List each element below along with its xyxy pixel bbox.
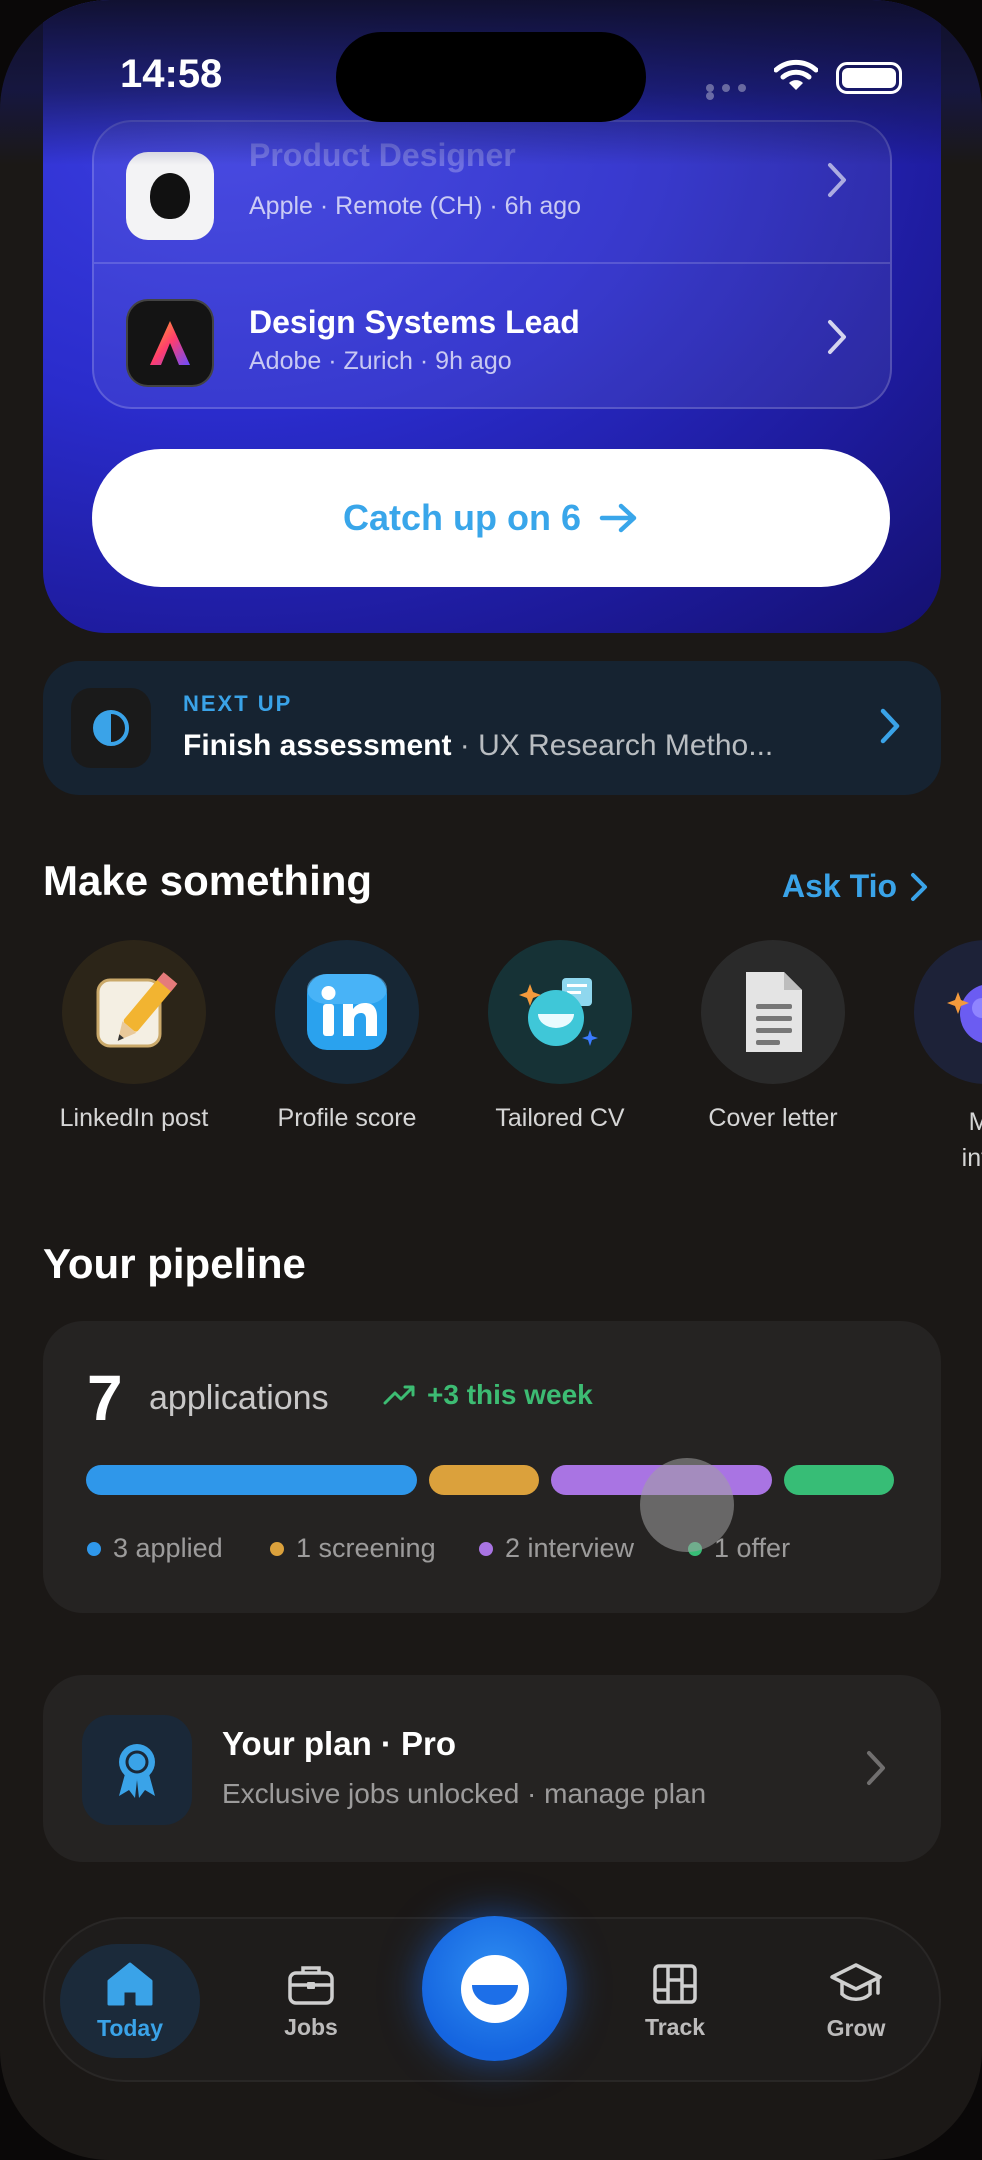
board-icon <box>653 1963 697 2004</box>
tool-label: Mo inter <box>886 1104 982 1176</box>
tool-label: Cover letter <box>708 1104 838 1132</box>
application-count-label: applications <box>149 1379 329 1417</box>
ask-tio-link[interactable]: Ask Tio <box>782 868 929 905</box>
application-count: 7 <box>87 1362 123 1434</box>
catch-up-label: Catch up on 6 <box>342 497 581 538</box>
briefcase-icon <box>288 1965 334 2005</box>
stage-bar-offer <box>783 1465 894 1495</box>
signal-icon <box>706 84 762 100</box>
tool-label: Tailored CV <box>495 1104 625 1132</box>
job-row-adobe[interactable]: Design Systems Lead Adobe · Zurich · 9h … <box>94 262 890 407</box>
legend-label: 2 interview <box>505 1533 635 1563</box>
chevron-right-icon <box>867 1751 885 1785</box>
section-title-pipeline: Your pipeline <box>43 1240 306 1287</box>
document-icon <box>701 940 845 1084</box>
legend-label: 1 offer <box>714 1533 791 1563</box>
tool-profile-score[interactable]: Profile score <box>247 940 447 1133</box>
legend-interview: 2 interview <box>479 1533 634 1564</box>
next-up-label: NEXT UP <box>183 691 293 716</box>
next-up-task: Finish assessment · UX Research Metho... <box>183 729 773 763</box>
home-icon <box>107 1962 153 2005</box>
chevron-right-icon <box>911 872 927 901</box>
legend-applied: 3 applied <box>87 1533 223 1564</box>
plan-title: Your plan · Pro <box>222 1725 457 1762</box>
tab-grow[interactable]: Grow <box>786 1944 926 2058</box>
tool-label-line-1: Mo <box>968 1108 982 1136</box>
stage-bar-screening <box>428 1465 540 1495</box>
interview-icon <box>914 940 982 1084</box>
tool-tailored-cv[interactable]: Tailored CV <box>460 940 660 1133</box>
next-up-separator: · <box>451 729 479 762</box>
adobe-logo-icon <box>126 299 214 387</box>
tool-linkedin-post[interactable]: LinkedIn post <box>34 940 234 1133</box>
ask-tio-label: Ask Tio <box>782 868 897 904</box>
plan-subtitle: Exclusive jobs unlocked · manage plan <box>222 1778 707 1809</box>
tool-label: LinkedIn post <box>59 1104 209 1132</box>
chevron-right-icon <box>828 320 846 354</box>
award-badge-icon <box>82 1715 192 1825</box>
plan-card[interactable]: Your plan · Pro Exclusive jobs unlocked … <box>43 1675 941 1862</box>
tab-track[interactable]: Track <box>605 1944 745 2058</box>
tab-label: Grow <box>826 2014 886 2041</box>
pipeline-card[interactable]: 7 applications +3 this week 3 applied 1 … <box>43 1321 941 1613</box>
tool-carousel: LinkedIn post Profile score Tailored CV … <box>0 940 982 1172</box>
job-title: Design Systems Lead <box>249 304 580 340</box>
linkedin-icon <box>275 940 419 1084</box>
pencil-icon <box>62 940 206 1084</box>
touch-indicator <box>640 1458 734 1552</box>
assistant-button[interactable] <box>422 1916 567 2061</box>
tool-label: Profile score <box>277 1104 417 1132</box>
job-meta: Apple · Remote (CH) · 6h ago <box>249 192 582 220</box>
stage-bar-applied <box>86 1465 417 1495</box>
half-circle-icon <box>71 688 151 768</box>
status-bar: 14:58 <box>0 0 982 165</box>
chevron-right-icon <box>880 708 900 744</box>
tab-label: Jobs <box>284 2013 338 2040</box>
legend-screening: 1 screening <box>270 1533 436 1564</box>
wifi-icon <box>774 59 818 90</box>
section-title-make-something: Make something <box>43 857 373 904</box>
weekly-delta-label: +3 this week <box>427 1379 593 1410</box>
tool-cover-letter[interactable]: Cover letter <box>673 940 873 1133</box>
legend-label: 1 screening <box>296 1533 436 1563</box>
cv-sparkle-icon <box>488 940 632 1084</box>
tab-label: Today <box>96 2014 164 2041</box>
graduation-cap-icon <box>830 1962 882 2001</box>
legend-dot <box>479 1541 493 1556</box>
apple-logo-icon <box>126 152 214 240</box>
next-up-action: Finish assessment <box>183 729 452 762</box>
catch-up-button[interactable]: Catch up on 6 <box>92 449 890 587</box>
legend-label: 3 applied <box>113 1533 223 1563</box>
dynamic-island <box>336 32 646 122</box>
tab-label: Track <box>644 2013 706 2040</box>
next-up-detail: UX Research Metho... <box>478 729 774 762</box>
tool-label-line-2: inter <box>961 1144 982 1172</box>
job-meta: Adobe · Zurich · 9h ago <box>249 347 512 375</box>
tab-bar: Today Jobs Track Grow <box>43 1916 941 2082</box>
tool-mock-interview[interactable]: Mo inter <box>886 940 982 1176</box>
app-screen: Product Designer Apple · Remote (CH) · 6… <box>0 0 982 2160</box>
arrow-right-icon <box>599 503 637 533</box>
status-time: 14:58 <box>120 52 223 96</box>
battery-icon <box>836 62 902 94</box>
assistant-smile-icon <box>460 1954 529 2023</box>
trending-up-icon <box>383 1385 415 1405</box>
next-up-card[interactable]: NEXT UP Finish assessment · UX Research … <box>43 661 941 795</box>
tab-jobs[interactable]: Jobs <box>241 1944 381 2058</box>
weekly-delta: +3 this week <box>383 1379 593 1411</box>
legend-dot <box>270 1541 284 1556</box>
legend-dot <box>87 1541 101 1556</box>
tab-today[interactable]: Today <box>60 1944 200 2058</box>
